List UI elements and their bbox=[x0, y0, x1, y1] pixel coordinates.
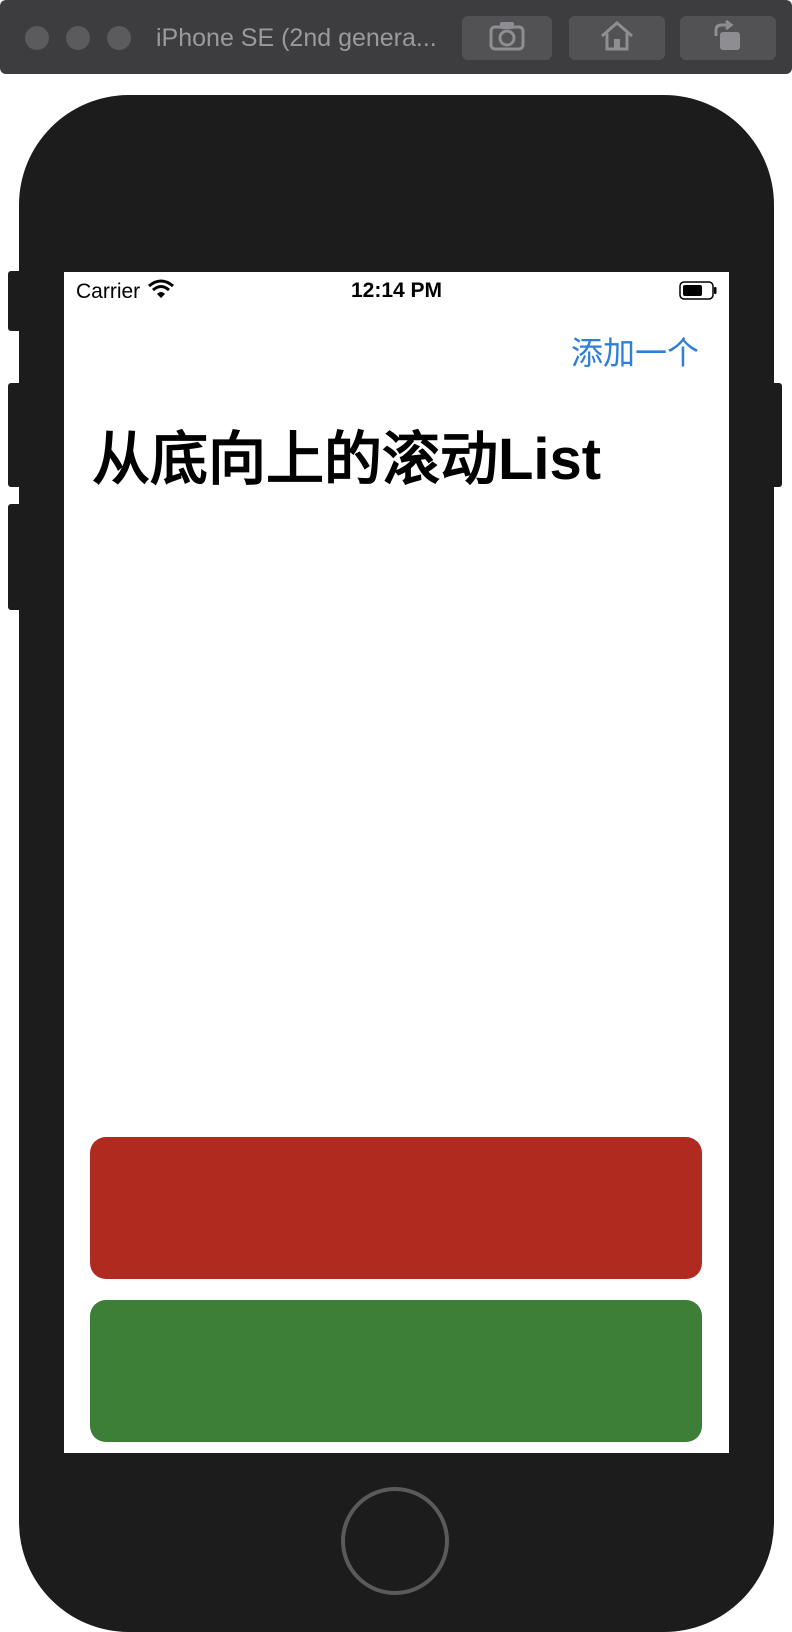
close-window-button[interactable] bbox=[25, 26, 49, 50]
page-title: 从底向上的滚动List bbox=[92, 427, 602, 492]
status-time: 12:14 PM bbox=[350, 279, 443, 302]
home-button[interactable] bbox=[341, 1487, 449, 1595]
simulator-titlebar: iPhone SE (2nd genera... bbox=[0, 0, 792, 74]
device-screen: Carrier 12:14 PM 添加一个 从底向上的滚动List bbox=[64, 272, 729, 1453]
screenshot-button[interactable] bbox=[462, 16, 552, 60]
rotate-icon bbox=[710, 19, 746, 57]
list-item[interactable] bbox=[90, 1300, 702, 1442]
camera-icon bbox=[489, 21, 525, 56]
battery-icon bbox=[679, 281, 717, 300]
zoom-window-button[interactable] bbox=[107, 26, 131, 50]
add-item-button[interactable]: 添加一个 bbox=[571, 328, 699, 374]
list-item[interactable] bbox=[90, 1137, 702, 1279]
home-icon bbox=[599, 20, 635, 56]
rotate-button[interactable] bbox=[680, 16, 776, 60]
home-toolbar-button[interactable] bbox=[569, 16, 665, 60]
minimize-window-button[interactable] bbox=[66, 26, 90, 50]
window-title: iPhone SE (2nd genera... bbox=[156, 24, 437, 52]
